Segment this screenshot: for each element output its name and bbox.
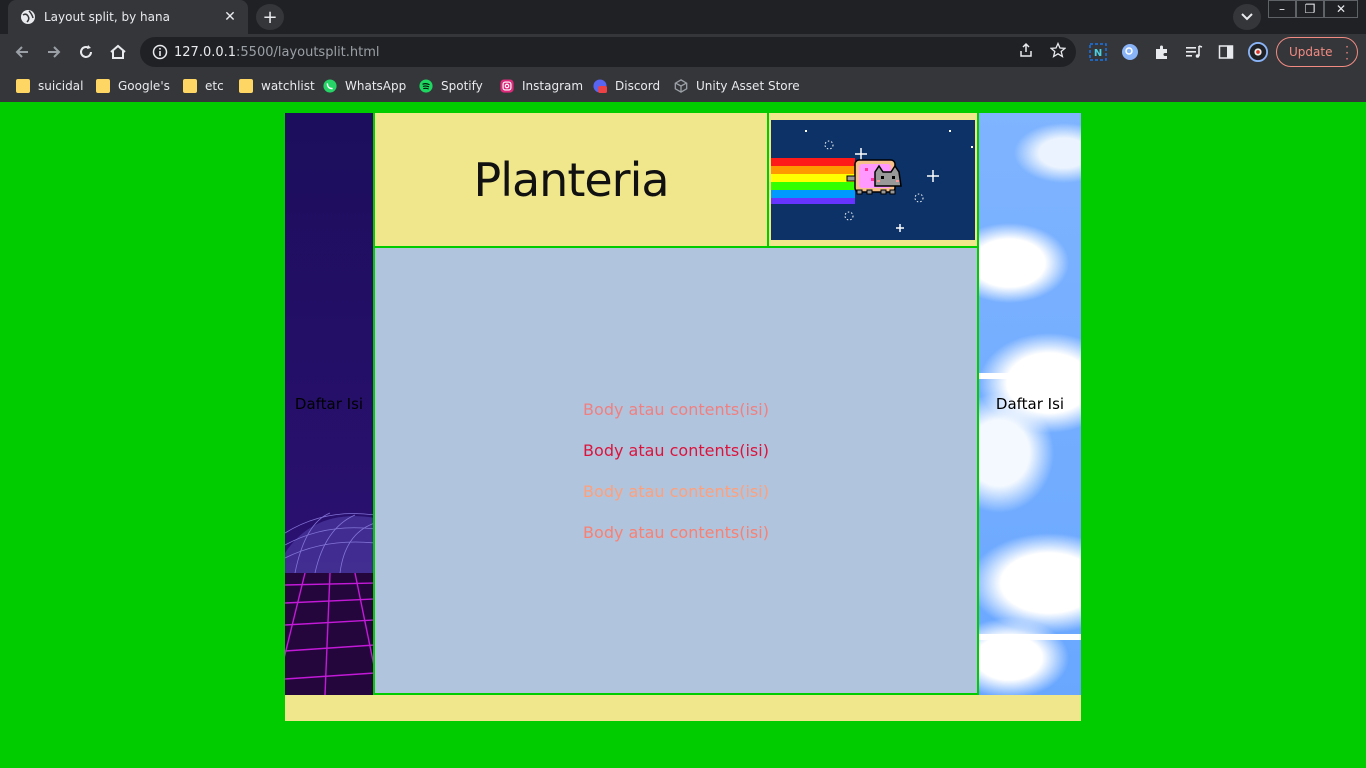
address-bar[interactable]: 127.0.0.1:5500/layoutsplit.html <box>140 37 1076 67</box>
extensions-button[interactable] <box>1152 42 1172 62</box>
side-panel-button[interactable] <box>1216 42 1236 62</box>
nyan-cat-graphic <box>771 120 975 240</box>
star-icon <box>1050 42 1066 58</box>
bookmark-label: Discord <box>615 79 661 93</box>
folder-icon <box>239 79 253 93</box>
bookmark-label: watchlist <box>261 79 315 93</box>
side-panel-icon <box>1218 45 1234 59</box>
extension-search-button[interactable] <box>1120 42 1140 62</box>
left-sidebar-title: Daftar Isi <box>294 395 364 413</box>
left-sidebar: Daftar Isi <box>285 113 375 695</box>
bookmark-spotify[interactable]: Spotify <box>419 77 483 95</box>
url-path: :5500/layoutsplit.html <box>236 44 380 60</box>
bookmark-label: etc <box>205 79 224 93</box>
body-line-3: Body atau contents(isi) <box>583 482 769 501</box>
reload-icon <box>80 45 92 58</box>
bookmarks-bar: suicidal Google's etc watchlist WhatsApp… <box>0 70 1366 102</box>
forward-button[interactable] <box>42 40 66 64</box>
arrow-left-icon <box>15 46 28 58</box>
browser-toolbar: 127.0.0.1:5500/layoutsplit.html N Update… <box>0 34 1366 70</box>
cloud-seam <box>979 634 1081 640</box>
share-button[interactable] <box>1016 40 1036 60</box>
puzzle-icon <box>1156 45 1167 59</box>
body-line-4: Body atau contents(isi) <box>583 523 769 542</box>
instagram-icon <box>500 79 514 93</box>
update-button[interactable]: Update · · · <box>1276 37 1358 67</box>
lens-extension-icon <box>1122 44 1138 60</box>
chevron-down-icon <box>1241 13 1253 21</box>
folder-icon <box>183 79 197 93</box>
bookmark-discord[interactable]: Discord <box>593 77 660 95</box>
body-line-1: Body atau contents(isi) <box>583 400 769 419</box>
tab-strip: Layout split, by hana ✕ + – ❐ ✕ <box>0 0 1366 34</box>
unity-icon <box>674 79 688 93</box>
spotify-icon <box>419 79 433 93</box>
minimize-button[interactable]: – <box>1268 0 1296 18</box>
bookmark-watchlist[interactable]: watchlist <box>239 77 315 95</box>
info-icon[interactable] <box>152 44 168 60</box>
share-icon <box>1020 42 1032 57</box>
bookmark-label: Spotify <box>441 79 483 93</box>
svg-text:N: N <box>1094 48 1102 59</box>
media-control-button[interactable] <box>1184 42 1204 62</box>
bookmark-star-button[interactable] <box>1048 40 1068 60</box>
bookmark-label: Instagram <box>522 79 584 93</box>
whatsapp-icon <box>323 79 337 93</box>
bookmark-etc[interactable]: etc <box>183 77 224 95</box>
right-sidebar-title: Daftar Isi <box>995 395 1065 413</box>
close-tab-icon[interactable]: ✕ <box>222 9 238 25</box>
folder-icon <box>16 79 30 93</box>
bookmark-label: Google's <box>118 79 170 93</box>
home-icon <box>110 44 126 59</box>
site-header: Planteria <box>375 113 769 248</box>
bookmark-whatsapp[interactable]: WhatsApp <box>323 77 406 95</box>
reload-button[interactable] <box>74 40 98 64</box>
back-button[interactable] <box>10 40 34 64</box>
bookmark-instagram[interactable]: Instagram <box>500 77 583 95</box>
new-tab-button[interactable]: + <box>256 4 284 30</box>
tab-search-button[interactable] <box>1233 4 1261 30</box>
discord-icon <box>593 79 607 93</box>
arrow-right-icon <box>48 46 61 58</box>
tab-title: Layout split, by hana <box>44 10 170 24</box>
bookmark-label: WhatsApp <box>345 79 407 93</box>
close-window-button[interactable]: ✕ <box>1324 0 1358 18</box>
notion-extension-icon: N <box>1089 43 1107 61</box>
bookmark-googles[interactable]: Google's <box>96 77 170 95</box>
page-title: Planteria <box>473 152 669 207</box>
active-tab[interactable]: Layout split, by hana ✕ <box>8 0 248 34</box>
right-sidebar: Daftar Isi <box>977 113 1081 695</box>
page-viewport: Daftar Isi Planteria Body atau contents(… <box>0 102 1366 768</box>
cloud-seam <box>979 373 1081 379</box>
bookmark-suicidal[interactable]: suicidal <box>16 77 83 95</box>
bookmark-unity-asset-store[interactable]: Unity Asset Store <box>674 77 800 95</box>
folder-icon <box>96 79 110 93</box>
update-label: Update <box>1289 45 1333 59</box>
globe-icon <box>21 10 35 24</box>
bookmark-label: suicidal <box>38 79 84 93</box>
nyan-cat-image <box>771 120 975 240</box>
profile-button[interactable] <box>1248 42 1268 62</box>
body-line-2: Body atau contents(isi) <box>583 441 769 460</box>
more-menu-icon[interactable]: · · · <box>1345 41 1349 65</box>
playlist-icon <box>1186 45 1203 58</box>
restore-button[interactable]: ❐ <box>1296 0 1324 18</box>
main-content: Body atau contents(isi) Body atau conten… <box>375 248 977 695</box>
bookmark-label: Unity Asset Store <box>696 79 800 93</box>
home-button[interactable] <box>106 40 130 64</box>
site-footer <box>285 695 1081 721</box>
extension-n-button[interactable]: N <box>1088 42 1108 62</box>
avatar <box>1248 42 1268 62</box>
header-image-box <box>769 113 977 248</box>
url-host: 127.0.0.1 <box>174 44 237 60</box>
